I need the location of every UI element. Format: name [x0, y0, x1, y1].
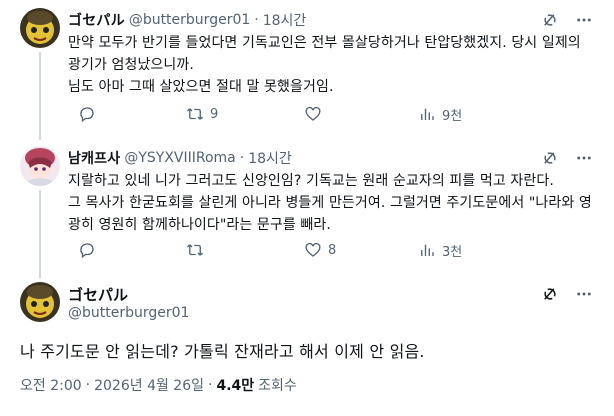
tweet-actions: 8 3천: [68, 239, 588, 261]
views-button[interactable]: 9천: [418, 103, 462, 125]
separator: ·: [254, 12, 259, 28]
reply-button[interactable]: [78, 103, 102, 125]
retweet-icon: [187, 244, 203, 256]
views-button[interactable]: 3천: [418, 239, 462, 261]
views-count: 9천: [442, 108, 463, 124]
views-label: 조회수: [258, 378, 297, 394]
timestamp[interactable]: 오전 2:00: [20, 375, 82, 395]
display-name[interactable]: ゴセパル: [68, 284, 128, 305]
tweet-2[interactable]: 남캐프사 @YSYXVIIIRoma · 18시간 지랄하고 있네 니가 그러고…: [0, 138, 614, 278]
avatar[interactable]: [20, 8, 60, 48]
timestamp[interactable]: 18시간: [263, 10, 307, 30]
retweet-button[interactable]: [186, 239, 210, 261]
separator: ·: [208, 377, 213, 393]
display-name[interactable]: 남캐프사: [68, 148, 120, 168]
grok-icon[interactable]: [540, 10, 560, 30]
retweet-count: 9: [210, 106, 219, 122]
tweet-1[interactable]: ゴセパル @butterburger01 · 18시간 만약 모두가 반기를 들…: [0, 0, 614, 140]
user-handle[interactable]: @butterburger01: [129, 12, 250, 28]
tweet-meta: 오전 2:00 · 2026년 4월 26일 · 4.4만 조회수: [20, 375, 297, 395]
tweet-top-icons: [540, 284, 594, 304]
retweet-button[interactable]: 9: [186, 103, 218, 125]
reply-button[interactable]: [78, 239, 102, 261]
like-button[interactable]: [304, 103, 328, 125]
grok-icon[interactable]: [540, 284, 560, 304]
like-button[interactable]: 8: [304, 239, 336, 261]
separator: ·: [85, 377, 91, 393]
like-icon: [305, 242, 321, 257]
display-name[interactable]: ゴセパル: [68, 10, 125, 30]
views-count: 3천: [442, 244, 463, 260]
avatar[interactable]: [20, 146, 60, 186]
grok-icon[interactable]: [540, 148, 560, 168]
views-icon: [421, 244, 434, 256]
retweet-icon: [187, 108, 203, 120]
more-icon[interactable]: [574, 284, 594, 304]
thread-line: [39, 190, 41, 278]
like-icon: [305, 106, 321, 121]
user-handle[interactable]: @YSYXVIIIRoma: [124, 150, 235, 166]
thread-line: [39, 52, 41, 140]
tweet-text: 지랄하고 있네 니가 그러고도 신앙인임? 기독교는 원래 순교자의 피를 먹고…: [68, 173, 592, 233]
user-handle[interactable]: @butterburger01: [68, 305, 189, 321]
timestamp[interactable]: 18시간: [248, 148, 292, 168]
tweet-top-icons: [540, 148, 594, 168]
tweet-text: 만약 모두가 반기를 들었다면 기독교인은 전부 몰살당하거나 탄압당했겠지. …: [68, 35, 581, 95]
views-icon: [421, 108, 434, 120]
separator: ·: [239, 150, 245, 166]
avatar[interactable]: [20, 282, 60, 322]
tweet-text: 나 주기도문 안 읽는데? 가톨릭 잔재라고 해서 이제 안 읽음.: [20, 342, 425, 361]
tweet-actions: 9 9천: [68, 103, 588, 125]
views-count: 4.4만: [216, 378, 255, 394]
date[interactable]: 2026년 4월 26일: [94, 375, 204, 395]
like-count: 8: [328, 242, 337, 258]
more-icon[interactable]: [574, 10, 594, 30]
reply-icon: [80, 243, 94, 259]
more-icon[interactable]: [574, 148, 594, 168]
tweet-header: 남캐프사 @YSYXVIIIRoma · 18시간: [68, 148, 292, 168]
reply-icon: [80, 107, 94, 123]
tweet-header: ゴセパル @butterburger01 · 18시간: [68, 10, 306, 30]
tweet-top-icons: [540, 10, 594, 30]
